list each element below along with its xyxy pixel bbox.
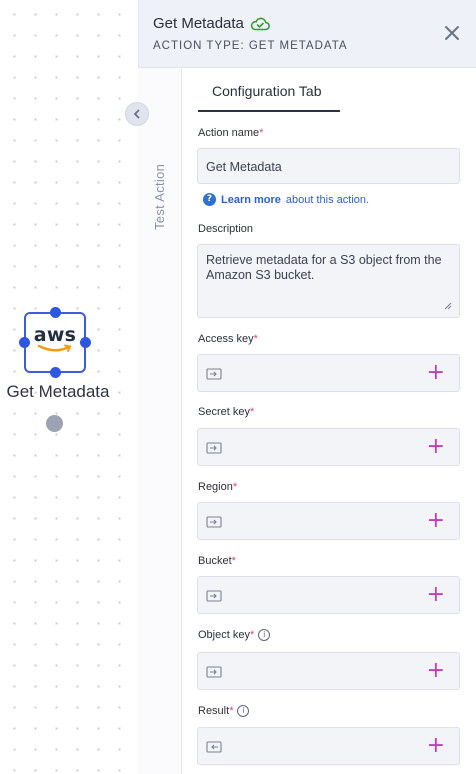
collapse-panel-button[interactable] (125, 102, 149, 126)
required-marker: * (253, 333, 258, 345)
node-handle-right[interactable] (80, 337, 91, 348)
node-handle-left[interactable] (19, 337, 30, 348)
action-name-value: Get Metadata (206, 160, 282, 174)
result-label: Result* i (198, 705, 250, 718)
access-key-label-text: Access key (198, 333, 254, 345)
object-key-label: Object key* i (198, 629, 271, 642)
variable-input-icon (206, 368, 222, 380)
variable-input-icon (206, 442, 222, 454)
workflow-canvas[interactable]: aws Get Metadata (0, 0, 138, 774)
bucket-label-text: Bucket (198, 555, 232, 567)
resize-grip-icon[interactable] (444, 302, 452, 310)
bucket-field[interactable]: + (197, 576, 460, 614)
tab-configuration-label: Configuration Tab (212, 83, 322, 99)
required-marker: * (231, 555, 236, 567)
bucket-label: Bucket* (198, 555, 236, 567)
variable-input-icon (206, 590, 222, 602)
action-name-label: Action name* (198, 127, 263, 139)
cloud-check-icon (250, 17, 270, 30)
node-handle-top[interactable] (50, 307, 61, 318)
access-key-field[interactable]: + (197, 354, 460, 392)
region-label-text: Region (198, 481, 233, 493)
required-marker: * (232, 481, 238, 493)
description-label: Description (198, 223, 254, 235)
info-icon[interactable]: i (258, 629, 271, 642)
chevron-left-icon (133, 109, 140, 119)
learn-more-rest: about this action. (285, 193, 370, 206)
node-connector-dot[interactable] (46, 415, 63, 432)
node-label: Get Metadata (6, 382, 110, 401)
result-field[interactable]: + (197, 727, 460, 765)
result-label-text: Result (198, 705, 230, 717)
help-icon: ? (203, 193, 216, 206)
add-variable-button[interactable]: + (427, 584, 445, 606)
tab-configuration[interactable]: Configuration Tab (198, 78, 340, 112)
aws-node[interactable]: aws (24, 312, 86, 373)
panel-header: Get Metadata ACTION TYPE: GET METADATA (139, 0, 476, 68)
action-name-label-text: Action name (198, 127, 260, 139)
learn-more-link[interactable]: Learn more (221, 194, 281, 206)
aws-logo-text: aws (33, 323, 77, 346)
secret-key-label: Secret key* (198, 406, 254, 418)
test-action-label: Test Action (152, 163, 167, 230)
node-handle-bottom[interactable] (50, 367, 61, 378)
add-variable-button[interactable]: + (427, 362, 445, 384)
variable-input-icon (206, 516, 222, 528)
add-variable-button[interactable]: + (427, 510, 445, 532)
description-value: Retrieve metadata for a S3 object from t… (206, 253, 442, 282)
description-textarea[interactable]: Retrieve metadata for a S3 object from t… (197, 244, 460, 318)
add-variable-button[interactable]: + (427, 735, 445, 757)
region-field[interactable]: + (197, 502, 460, 540)
required-marker: * (249, 629, 255, 641)
close-icon[interactable] (443, 24, 461, 42)
object-key-label-text: Object key (198, 629, 250, 641)
access-key-label: Access key* (198, 333, 258, 345)
output-variable-icon (206, 741, 222, 753)
region-label: Region* (198, 481, 237, 493)
panel-title: Get Metadata (153, 15, 270, 32)
secret-key-field[interactable]: + (197, 428, 460, 466)
action-type-subtitle: ACTION TYPE: GET METADATA (153, 40, 348, 52)
panel-title-text: Get Metadata (153, 15, 244, 32)
secret-key-label-text: Secret key (198, 406, 250, 418)
required-marker: * (229, 705, 234, 717)
action-name-field[interactable]: Get Metadata (197, 148, 460, 184)
add-variable-button[interactable]: + (427, 436, 445, 458)
learn-more-row: ? Learn more about this action. (203, 193, 369, 206)
side-tab-test-action[interactable]: Test Action (138, 68, 182, 774)
info-icon[interactable]: i (237, 705, 250, 718)
add-variable-button[interactable]: + (427, 660, 445, 682)
required-marker: * (249, 406, 255, 418)
object-key-field[interactable]: + (197, 652, 460, 690)
aws-smile-icon (37, 344, 72, 352)
required-marker: * (259, 127, 264, 139)
variable-input-icon (206, 666, 222, 678)
